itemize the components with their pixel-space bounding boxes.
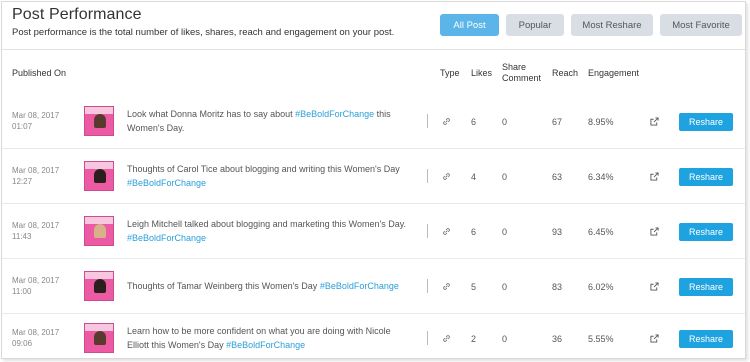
divider <box>427 331 428 345</box>
page-subtitle: Post performance is the total number of … <box>12 27 395 38</box>
filter-tabs: All Post Popular Most Reshare Most Favor… <box>440 14 742 36</box>
row-date: Mar 08, 2017 <box>12 221 60 230</box>
likes-count: 6 <box>471 117 477 127</box>
divider <box>427 169 428 183</box>
reshare-button[interactable]: Reshare <box>679 223 733 241</box>
table-row: Mar 08, 2017 12:27 Thoughts of Carol Tice… <box>2 149 745 204</box>
row-date: Mar 08, 2017 <box>12 276 60 285</box>
column-likes: Likes <box>471 68 493 78</box>
engagement-rate: 6.34% <box>588 172 614 182</box>
hashtag-link[interactable]: #BeBoldForChange <box>295 109 374 119</box>
likes-count: 2 <box>471 334 477 344</box>
external-link-icon[interactable] <box>650 282 659 291</box>
filter-popular-button[interactable]: Popular <box>506 14 564 36</box>
row-time: 09:06 <box>12 339 33 348</box>
share-comment-count: 0 <box>502 334 508 344</box>
divider <box>427 279 428 293</box>
reach-count: 93 <box>552 227 563 237</box>
reach-count: 36 <box>552 334 563 344</box>
row-time: 12:27 <box>12 177 33 186</box>
row-date: Mar 08, 2017 <box>12 111 60 120</box>
table-row: Mar 08, 2017 01:07 Look what Donna Moritz… <box>2 94 745 149</box>
post-text: Thoughts of Carol Tice about blogging an… <box>127 164 400 188</box>
column-share-comment: Share Comment <box>502 62 541 84</box>
engagement-rate: 6.45% <box>588 227 614 237</box>
page-title: Post Performance <box>12 6 142 23</box>
external-link-icon[interactable] <box>650 172 659 181</box>
link-icon <box>443 118 450 125</box>
header-divider <box>2 49 745 50</box>
reach-count: 67 <box>552 117 563 127</box>
post-text: Thoughts of Tamar Weinberg this Women's … <box>127 281 399 291</box>
share-comment-count: 0 <box>502 282 508 292</box>
table-row: Mar 08, 2017 09:06 Learn how to be more c… <box>2 314 745 358</box>
hashtag-link[interactable]: #BeBoldForChange <box>127 178 206 188</box>
post-thumbnail[interactable] <box>84 323 114 353</box>
reshare-button[interactable]: Reshare <box>679 330 733 348</box>
filter-all-post-button[interactable]: All Post <box>440 14 499 36</box>
share-comment-count: 0 <box>502 227 508 237</box>
row-time: 11:43 <box>12 232 32 241</box>
column-reach: Reach <box>552 68 579 78</box>
post-thumbnail[interactable] <box>84 161 114 191</box>
link-icon <box>443 283 450 290</box>
row-time: 01:07 <box>12 122 33 131</box>
hashtag-link[interactable]: #BeBoldForChange <box>226 340 305 350</box>
link-icon <box>443 173 450 180</box>
post-text: Leigh Mitchell talked about blogging and… <box>127 219 407 243</box>
hashtag-link[interactable]: #BeBoldForChange <box>320 281 399 291</box>
post-thumbnail[interactable] <box>84 271 114 301</box>
post-thumbnail[interactable] <box>84 216 114 246</box>
reshare-button[interactable]: Reshare <box>679 113 733 131</box>
table-row: Mar 08, 2017 11:00 Thoughts of Tamar Wein… <box>2 259 745 314</box>
row-date: Mar 08, 2017 <box>12 166 60 175</box>
post-performance-panel: Post Performance Post performance is the… <box>1 1 746 359</box>
share-comment-count: 0 <box>502 117 508 127</box>
row-time: 11:00 <box>12 287 32 296</box>
row-date: Mar 08, 2017 <box>12 328 60 337</box>
filter-most-favorite-button[interactable]: Most Favorite <box>660 14 742 36</box>
reach-count: 63 <box>552 172 563 182</box>
link-icon <box>443 228 450 235</box>
table-row: Mar 08, 2017 11:43 Leigh Mitchell talked … <box>2 204 745 259</box>
reach-count: 83 <box>552 282 563 292</box>
column-share-label: Share <box>502 62 527 72</box>
engagement-rate: 8.95% <box>588 117 614 127</box>
engagement-rate: 5.55% <box>588 334 614 344</box>
column-comment-label: Comment <box>502 73 542 83</box>
column-engagement: Engagement <box>588 68 640 78</box>
likes-count: 4 <box>471 172 477 182</box>
external-link-icon[interactable] <box>650 334 659 343</box>
share-comment-count: 0 <box>502 172 508 182</box>
post-thumbnail[interactable] <box>84 106 114 136</box>
column-type: Type <box>440 68 460 78</box>
filter-most-reshare-button[interactable]: Most Reshare <box>571 14 653 36</box>
column-published-on: Published On <box>12 68 67 78</box>
likes-count: 5 <box>471 282 477 292</box>
hashtag-link[interactable]: #BeBoldForChange <box>127 233 206 243</box>
post-text: Look what Donna Moritz has to say about … <box>127 109 391 133</box>
post-text: Learn how to be more confident on what y… <box>127 326 391 350</box>
reshare-button[interactable]: Reshare <box>679 168 733 186</box>
likes-count: 6 <box>471 227 477 237</box>
divider <box>427 114 428 128</box>
divider <box>427 224 428 238</box>
link-icon <box>443 335 450 342</box>
engagement-rate: 6.02% <box>588 282 614 292</box>
reshare-button[interactable]: Reshare <box>679 278 733 296</box>
external-link-icon[interactable] <box>650 117 659 126</box>
external-link-icon[interactable] <box>650 227 659 236</box>
